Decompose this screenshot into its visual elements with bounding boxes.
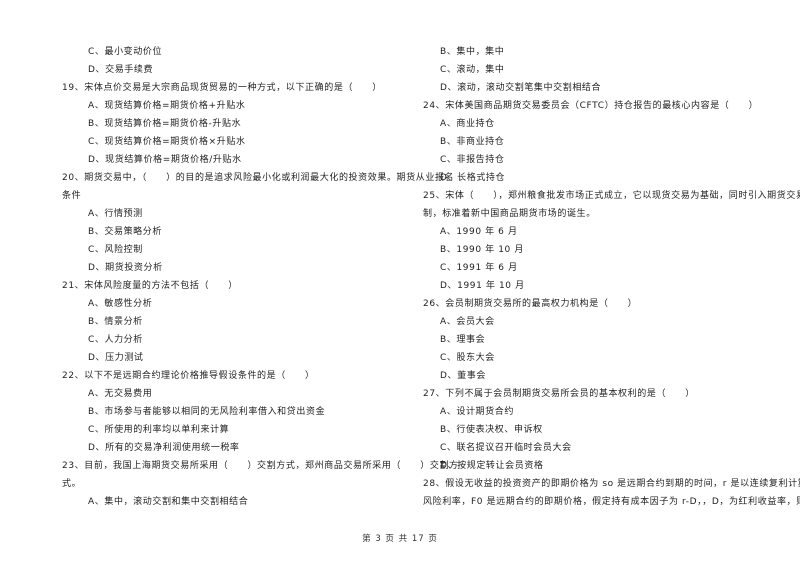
answer-option: A、现货结算价格=期货价格+升贴水 [88, 101, 246, 111]
answer-option: C、滚动，集中 [440, 65, 505, 75]
answer-option: D、按规定转让会员资格 [440, 461, 544, 471]
answer-option: B、市场参与者能够以相同的无风险利率借入和贷出资金 [88, 407, 326, 417]
question-text: 28、假设无收益的投资资产的即期价格为 so 是远期合约到期的时间，r 是以连续… [423, 479, 800, 489]
question-text: 19、宋体点价交易是大宗商品现货贸易的一种方式，以下正确的是（ ） [62, 83, 382, 93]
answer-option: A、设计期货合约 [440, 407, 514, 417]
answer-option: C、所使用的利率均以单利来计算 [88, 425, 230, 435]
answer-option: D、所有的交易净利润使用统一税率 [88, 443, 240, 453]
question-text: 27、下列不属于会员制期货交易所会员的基本权利的是（ ） [423, 389, 695, 399]
answer-option: B、1990 年 10 月 [440, 245, 524, 255]
answer-option: C、最小变动价位 [88, 47, 163, 57]
answer-option: D、长格式持仓 [440, 173, 506, 183]
answer-option: A、会员大会 [440, 317, 495, 327]
answer-option: A、1990 年 6 月 [440, 227, 518, 237]
question-text: 制，标准着新中国商品期货市场的诞生。 [423, 209, 596, 219]
question-text: 26、会员制期货交易所的最高权力机构是（ ） [423, 299, 638, 309]
page-footer: 第 3 页 共 17 页 [362, 534, 438, 544]
answer-option: A、无交易费用 [88, 389, 153, 399]
answer-option: A、行情预测 [88, 209, 143, 219]
answer-option: A、商业持仓 [440, 119, 495, 129]
answer-option: A、集中，滚动交割和集中交割相结合 [88, 497, 249, 507]
answer-option: D、董事会 [440, 371, 486, 381]
answer-option: D、现货结算价格=期货价格/升贴水 [88, 155, 242, 165]
right-column: B、集中，集中 C、滚动，集中 D、滚动，滚动交割笔集中交割相结合 24、宋体美国商品… [423, 43, 800, 511]
question-text: 24、宋体美国商品期货交易委员会（CFTC）持仓报告的最核心内容是（ ） [423, 101, 759, 111]
left-column: C、最小变动价位 D、交易手续费 19、宋体点价交易是大宗商品现货贸易的一种方式，以… [62, 43, 459, 511]
answer-option: B、现货结算价格=期货价格-升贴水 [88, 119, 242, 129]
question-text: 21、宋体风险度量的方法不包括（ ） [62, 281, 238, 291]
answer-option: C、1991 年 6 月 [440, 263, 518, 273]
answer-option: B、非商业持仓 [440, 137, 505, 147]
answer-option: C、联名提议召开临时会员大会 [440, 443, 572, 453]
answer-option: C、现货结算价格=期货价格×升贴水 [88, 137, 246, 147]
question-text: 条件 [62, 191, 82, 201]
question-text: 20、期货交易中，（ ）的目的是追求风险最小化或利润最大化的投资效果。期货从业报… [62, 173, 455, 183]
answer-option: C、股东大会 [440, 353, 495, 363]
answer-option: D、压力测试 [88, 353, 144, 363]
question-text: 23、目前，我国上海期货交易所采用（ ）交割方式，郑州商品交易所采用（ ）交割方 [62, 461, 459, 471]
answer-option: B、集中，集中 [440, 47, 505, 57]
answer-option: D、交易手续费 [88, 65, 154, 75]
answer-option: C、非报告持仓 [440, 155, 505, 165]
answer-option: B、行使表决权、申诉权 [440, 425, 543, 435]
answer-option: B、交易策略分析 [88, 227, 162, 237]
question-text: 22、以下不是远期合约理论价格推导假设条件的是（ ） [62, 371, 315, 381]
answer-option: D、期货投资分析 [88, 263, 163, 273]
answer-option: B、理事会 [440, 335, 486, 345]
answer-option: C、风险控制 [88, 245, 143, 255]
question-text: 25、宋体（ ），郑州粮食批发市场正式成立，它以现货交易为基础，同时引入期货交易… [423, 191, 800, 201]
answer-option: D、滚动，滚动交割笔集中交割相结合 [440, 83, 602, 93]
answer-option: D、1991 年 10 月 [440, 281, 525, 291]
answer-option: B、情景分析 [88, 317, 143, 327]
question-text: 风险利率，F0 是远期合约的即期价格，假定持有成本因子为 r-D，，D，为红利收… [423, 497, 800, 507]
answer-option: C、人力分析 [88, 335, 143, 345]
question-text: 式。 [62, 479, 82, 489]
answer-option: A、敏感性分析 [88, 299, 153, 309]
